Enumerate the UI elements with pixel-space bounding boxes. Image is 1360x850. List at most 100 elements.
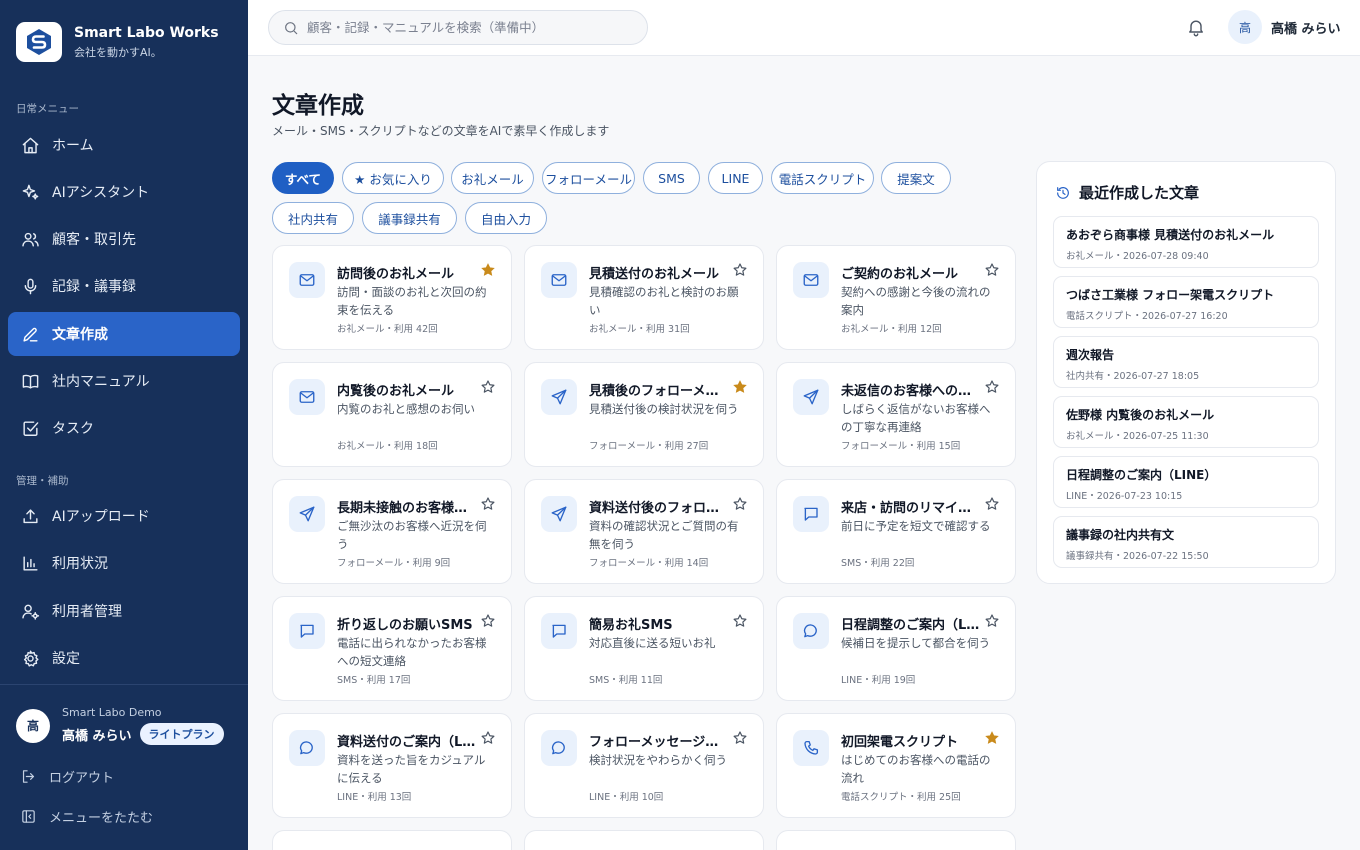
template-description: 検討状況をやわらかく伺う: [589, 753, 727, 767]
star-outline-icon[interactable]: [984, 496, 1000, 512]
star-filled-icon[interactable]: [480, 262, 496, 278]
template-card[interactable]: ご契約のお礼メール 契約への感謝と今後の流れの案内 お礼メール・利用 12回: [776, 245, 1016, 350]
template-card[interactable]: 見積後のフォローメール 見積送付後の検討状況を伺う フォローメール・利用 27回: [524, 362, 764, 467]
mic-icon: [20, 276, 40, 296]
star-outline-icon[interactable]: [984, 613, 1000, 629]
recent-item[interactable]: 佐野様 内覧後のお礼メール お礼メール・2026-07-25 11:30: [1053, 396, 1319, 448]
template-card[interactable]: 日程調整のご案内（LI… 候補日を提示して都合を伺う LINE・利用 19回: [776, 596, 1016, 701]
template-card-partial[interactable]: [524, 830, 764, 850]
sidebar-user[interactable]: 高 Smart Labo Demo 高橋 みらい ライトプラン: [16, 706, 224, 745]
bell-icon: [1189, 20, 1203, 37]
star-outline-icon[interactable]: [984, 379, 1000, 395]
star-outline-icon[interactable]: [480, 730, 496, 746]
filter-chip-follow-mail[interactable]: フォローメール: [542, 162, 635, 194]
template-card[interactable]: 未返信のお客様へのフォ… しばらく返信がないお客様への丁寧な再連絡 フォローメール・…: [776, 362, 1016, 467]
template-meta: SMS・利用 17回: [337, 675, 411, 686]
template-title: 簡易お礼SMS: [589, 618, 673, 633]
chat-square-icon: [289, 613, 325, 649]
recent-item[interactable]: 週次報告 社内共有・2026-07-27 18:05: [1053, 336, 1319, 388]
template-card[interactable]: 折り返しのお願いSMS 電話に出られなかったお客様への短文連絡 SMS・利用 17回: [272, 596, 512, 701]
header-user-menu[interactable]: 高 高橋 みらい: [1228, 10, 1341, 44]
sidebar-item-tasks[interactable]: タスク: [8, 406, 240, 450]
template-meta: お礼メール・利用 31回: [589, 324, 690, 335]
star-outline-icon[interactable]: [732, 262, 748, 278]
filter-chip-thanks-mail[interactable]: お礼メール: [451, 162, 534, 194]
star-outline-icon[interactable]: [732, 496, 748, 512]
template-card-partial[interactable]: [776, 830, 1016, 850]
template-card[interactable]: 資料送付後のフォローメ… 資料の確認状況とご質問の有無を伺う フォローメール・利用 …: [524, 479, 764, 584]
template-meta: LINE・利用 10回: [589, 792, 664, 803]
filter-chip-line[interactable]: LINE: [708, 162, 763, 194]
template-card[interactable]: 資料送付のご案内（LI… 資料を送った旨をカジュアルに伝える LINE・利用 13回: [272, 713, 512, 818]
sparkles-icon: [20, 182, 40, 202]
template-card[interactable]: 訪問後のお礼メール 訪問・面談のお礼と次回の約束を伝える お礼メール・利用 42回: [272, 245, 512, 350]
template-card[interactable]: フォローメッセージ（LINE… 検討状況をやわらかく伺う LINE・利用 10回: [524, 713, 764, 818]
template-title: 来店・訪問のリマインドS…: [841, 501, 983, 516]
section-label-admin: 管理・補助: [16, 475, 69, 487]
filter-chip-sms[interactable]: SMS: [643, 162, 700, 194]
star-outline-icon[interactable]: [732, 730, 748, 746]
logout-link[interactable]: ログアウト: [20, 767, 114, 786]
sidebar-item-label: 文章作成: [52, 327, 108, 343]
star-outline-icon[interactable]: [480, 613, 496, 629]
sidebar-item-usage[interactable]: 利用状況: [8, 541, 240, 585]
recent-item-title: つばさ工業様 フォロー架電スクリプト: [1066, 288, 1275, 302]
star-filled-icon[interactable]: [984, 730, 1000, 746]
template-card[interactable]: 来店・訪問のリマインドS… 前日に予定を短文で確認する SMS・利用 22回: [776, 479, 1016, 584]
recent-item[interactable]: 日程調整のご案内（LINE） LINE・2026-07-23 10:15: [1053, 456, 1319, 508]
template-card[interactable]: 内覧後のお礼メール 内覧のお礼と感想のお伺い お礼メール・利用 18回: [272, 362, 512, 467]
filter-chip-phone-script[interactable]: 電話スクリプト: [771, 162, 874, 194]
template-card[interactable]: 初回架電スクリプト はじめてのお客様への電話の流れ 電話スクリプト・利用 25回: [776, 713, 1016, 818]
filter-chip-free-input[interactable]: 自由入力: [465, 202, 547, 234]
star-filled-icon[interactable]: [732, 379, 748, 395]
chat-square-icon: [793, 496, 829, 532]
template-card[interactable]: 簡易お礼SMS 対応直後に送る短いお礼 SMS・利用 11回: [524, 596, 764, 701]
collapse-menu-link[interactable]: メニューをたたむ: [20, 807, 153, 826]
template-description: 資料を送った旨をカジュアルに伝える: [337, 753, 486, 785]
sidebar-item-label: 利用状況: [52, 556, 108, 572]
template-card[interactable]: 長期未接触のお客様へ… ご無沙汰のお客様へ近況を伺う フォローメール・利用 9回: [272, 479, 512, 584]
search-box[interactable]: [268, 10, 648, 45]
recent-item[interactable]: あおぞら商事様 見積送付のお礼メール お礼メール・2026-07-28 09:40: [1053, 216, 1319, 268]
brand[interactable]: Smart Labo Works 会社を動かすAI。: [16, 22, 219, 62]
search-input[interactable]: [307, 20, 627, 35]
recent-item-meta: お礼メール・2026-07-25 11:30: [1066, 431, 1209, 442]
sidebar-item-settings[interactable]: 設定: [8, 636, 240, 680]
sidebar-item-home[interactable]: ホーム: [8, 123, 240, 167]
gear-icon: [20, 648, 40, 668]
notification-button[interactable]: [1186, 17, 1208, 39]
sidebar-item-writing[interactable]: 文章作成: [8, 312, 240, 356]
brand-logo-icon: [16, 22, 62, 62]
recent-item[interactable]: つばさ工業様 フォロー架電スクリプト 電話スクリプト・2026-07-27 16:…: [1053, 276, 1319, 328]
recent-item-title: 議事録の社内共有文: [1066, 528, 1175, 542]
sidebar-item-user-admin[interactable]: 利用者管理: [8, 589, 240, 633]
template-title: 日程調整のご案内（LI…: [841, 618, 983, 633]
header-user-name: 高橋 みらい: [1271, 21, 1341, 37]
template-title: ご契約のお礼メール: [841, 267, 959, 282]
sidebar-item-records[interactable]: 記録・議事録: [8, 264, 240, 308]
star-outline-icon[interactable]: [984, 262, 1000, 278]
filter-chip-all[interactable]: すべて: [272, 162, 334, 194]
star-outline-icon[interactable]: [732, 613, 748, 629]
template-description: 対応直後に送る短いお礼: [589, 636, 716, 650]
template-card-partial[interactable]: [272, 830, 512, 850]
template-card[interactable]: 見積送付のお礼メール 見積確認のお礼と検討のお願い お礼メール・利用 31回: [524, 245, 764, 350]
template-description: 資料の確認状況とご質問の有無を伺う: [589, 519, 739, 551]
recent-item[interactable]: 議事録の社内共有文 議事録共有・2026-07-22 15:50: [1053, 516, 1319, 568]
template-title: 長期未接触のお客様へ…: [337, 501, 479, 516]
star-outline-icon[interactable]: [480, 379, 496, 395]
sidebar-item-customers[interactable]: 顧客・取引先: [8, 217, 240, 261]
star-outline-icon[interactable]: [480, 496, 496, 512]
chat-round-icon: [541, 730, 577, 766]
phone-icon: [793, 730, 829, 766]
filter-chip-internal-share[interactable]: 社内共有: [272, 202, 354, 234]
template-meta: フォローメール・利用 14回: [589, 558, 709, 569]
sidebar-item-ai-assistant[interactable]: AIアシスタント: [8, 170, 240, 214]
filter-chip-proposal[interactable]: 提案文: [881, 162, 951, 194]
filter-chip-favorites[interactable]: ★ お気に入り: [342, 162, 444, 194]
filter-chip-minutes-share[interactable]: 議事録共有: [362, 202, 457, 234]
sidebar-item-manual[interactable]: 社内マニュアル: [8, 359, 240, 403]
template-description: ご無沙汰のお客様へ近況を伺う: [337, 519, 487, 551]
brand-subtitle: 会社を動かすAI。: [74, 45, 162, 59]
sidebar-item-ai-upload[interactable]: AIアップロード: [8, 494, 240, 538]
